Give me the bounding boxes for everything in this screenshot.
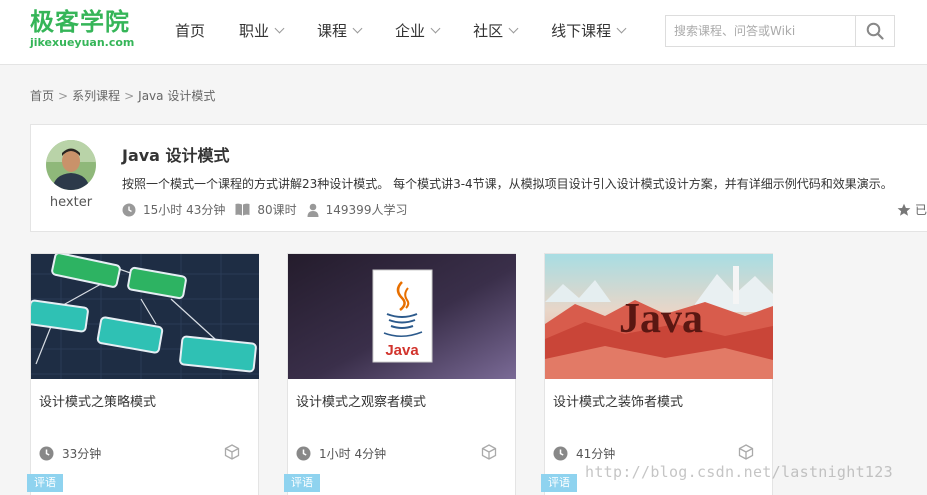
nav-career[interactable]: 职业 xyxy=(239,0,285,60)
nav-community[interactable]: 社区 xyxy=(473,0,519,60)
search-box xyxy=(665,15,895,47)
breadcrumb: 首页 > 系列课程 > Java 设计模式 xyxy=(30,87,215,104)
clock-icon xyxy=(122,203,136,216)
main-nav: 首页 职业 课程 企业 社区 线下课程 xyxy=(175,0,659,60)
course-description: 按照一个模式一个课程的方式讲解23种设计模式。 每个模式讲3-4节课，从模拟项目… xyxy=(122,177,893,191)
review-tag[interactable]: 评语 xyxy=(27,474,63,492)
lesson-duration-text: 33分钟 xyxy=(62,447,102,461)
search-icon xyxy=(866,22,884,40)
lesson-title[interactable]: 设计模式之策略模式 xyxy=(39,391,156,410)
lesson-card[interactable]: 设计模式之策略模式 33分钟 评语 xyxy=(27,253,259,495)
search-input[interactable] xyxy=(666,16,856,46)
nav-label: 首页 xyxy=(175,21,206,40)
book-icon xyxy=(235,203,250,216)
lesson-thumbnail-decorator[interactable]: Java xyxy=(545,254,773,379)
lesson-duration: 1小时 4分钟 xyxy=(296,445,386,462)
java-logo-text: Java xyxy=(385,342,419,359)
favorite-button[interactable]: 已 xyxy=(897,201,927,218)
watermark: http://blog.csdn.net/lastnight123 xyxy=(585,463,893,481)
breadcrumb-current: Java 设计模式 xyxy=(138,89,216,103)
review-tag[interactable]: 评语 xyxy=(284,474,320,492)
logo-text: 极客学院 xyxy=(30,8,130,36)
stat-lessons-text: 80课时 xyxy=(257,203,297,217)
lesson-thumbnail-strategy[interactable] xyxy=(31,254,259,379)
lesson-card[interactable]: Java 设计模式之观察者模式 1小时 4分钟 评语 xyxy=(284,253,516,495)
breadcrumb-separator: > xyxy=(58,88,69,103)
lesson-duration-text: 1小时 4分钟 xyxy=(319,447,387,461)
clock-icon xyxy=(296,446,311,461)
nav-offline-courses[interactable]: 线下课程 xyxy=(551,0,627,60)
nav-label: 线下课程 xyxy=(551,21,612,40)
stat-learners-text: 149399人学习 xyxy=(325,203,408,217)
course-stats: 15小时 43分钟 80课时 149399人学习 xyxy=(122,201,417,218)
author-name[interactable]: hexter xyxy=(39,195,103,210)
chevron-down-icon xyxy=(430,23,441,33)
cube-icon[interactable] xyxy=(224,444,240,460)
stat-lessons: 80课时 xyxy=(235,201,297,218)
clock-icon xyxy=(553,446,568,461)
nav-label: 职业 xyxy=(239,21,270,40)
stat-duration-text: 15小时 43分钟 xyxy=(143,203,226,217)
course-title: Java 设计模式 xyxy=(122,146,230,165)
user-icon xyxy=(307,203,319,217)
star-icon xyxy=(897,203,911,216)
site-logo[interactable]: 极客学院 jikexueyuan.com xyxy=(30,8,134,49)
review-tag[interactable]: 评语 xyxy=(541,474,577,492)
breadcrumb-series[interactable]: 系列课程 xyxy=(72,87,120,104)
lesson-duration: 33分钟 xyxy=(39,445,101,462)
lesson-title[interactable]: 设计模式之观察者模式 xyxy=(296,391,426,410)
nav-courses[interactable]: 课程 xyxy=(317,0,363,60)
course-info-panel: hexter Java 设计模式 按照一个模式一个课程的方式讲解23种设计模式。… xyxy=(30,124,927,232)
nav-label: 社区 xyxy=(473,21,504,40)
clock-icon xyxy=(39,446,54,461)
chevron-down-icon xyxy=(616,23,627,33)
cube-icon[interactable] xyxy=(481,444,497,460)
stat-duration: 15小时 43分钟 xyxy=(122,201,225,218)
lesson-thumbnail-observer[interactable]: Java xyxy=(288,254,516,379)
top-header: 极客学院 jikexueyuan.com 首页 职业 课程 企业 社区 线下课程 xyxy=(0,0,927,65)
breadcrumb-separator: > xyxy=(124,88,135,103)
lesson-duration: 41分钟 xyxy=(553,445,615,462)
nav-enterprise[interactable]: 企业 xyxy=(395,0,441,60)
search-button[interactable] xyxy=(855,16,894,46)
lesson-duration-text: 41分钟 xyxy=(576,447,616,461)
logo-domain: jikexueyuan.com xyxy=(30,36,135,49)
cube-icon[interactable] xyxy=(738,444,754,460)
favorite-label: 已 xyxy=(915,203,927,217)
chevron-down-icon xyxy=(352,23,363,33)
java-title-text: Java xyxy=(619,296,703,342)
chevron-down-icon xyxy=(508,23,519,33)
breadcrumb-home[interactable]: 首页 xyxy=(30,87,54,104)
lesson-card[interactable]: Java 设计模式之装饰者模式 41分钟 评语 xyxy=(541,253,773,495)
nav-label: 企业 xyxy=(395,21,426,40)
nav-label: 课程 xyxy=(317,21,348,40)
author-avatar[interactable] xyxy=(46,140,96,190)
chevron-down-icon xyxy=(274,23,285,33)
stat-learners: 149399人学习 xyxy=(307,201,408,218)
lesson-title[interactable]: 设计模式之装饰者模式 xyxy=(553,391,683,410)
nav-home[interactable]: 首页 xyxy=(175,0,205,60)
